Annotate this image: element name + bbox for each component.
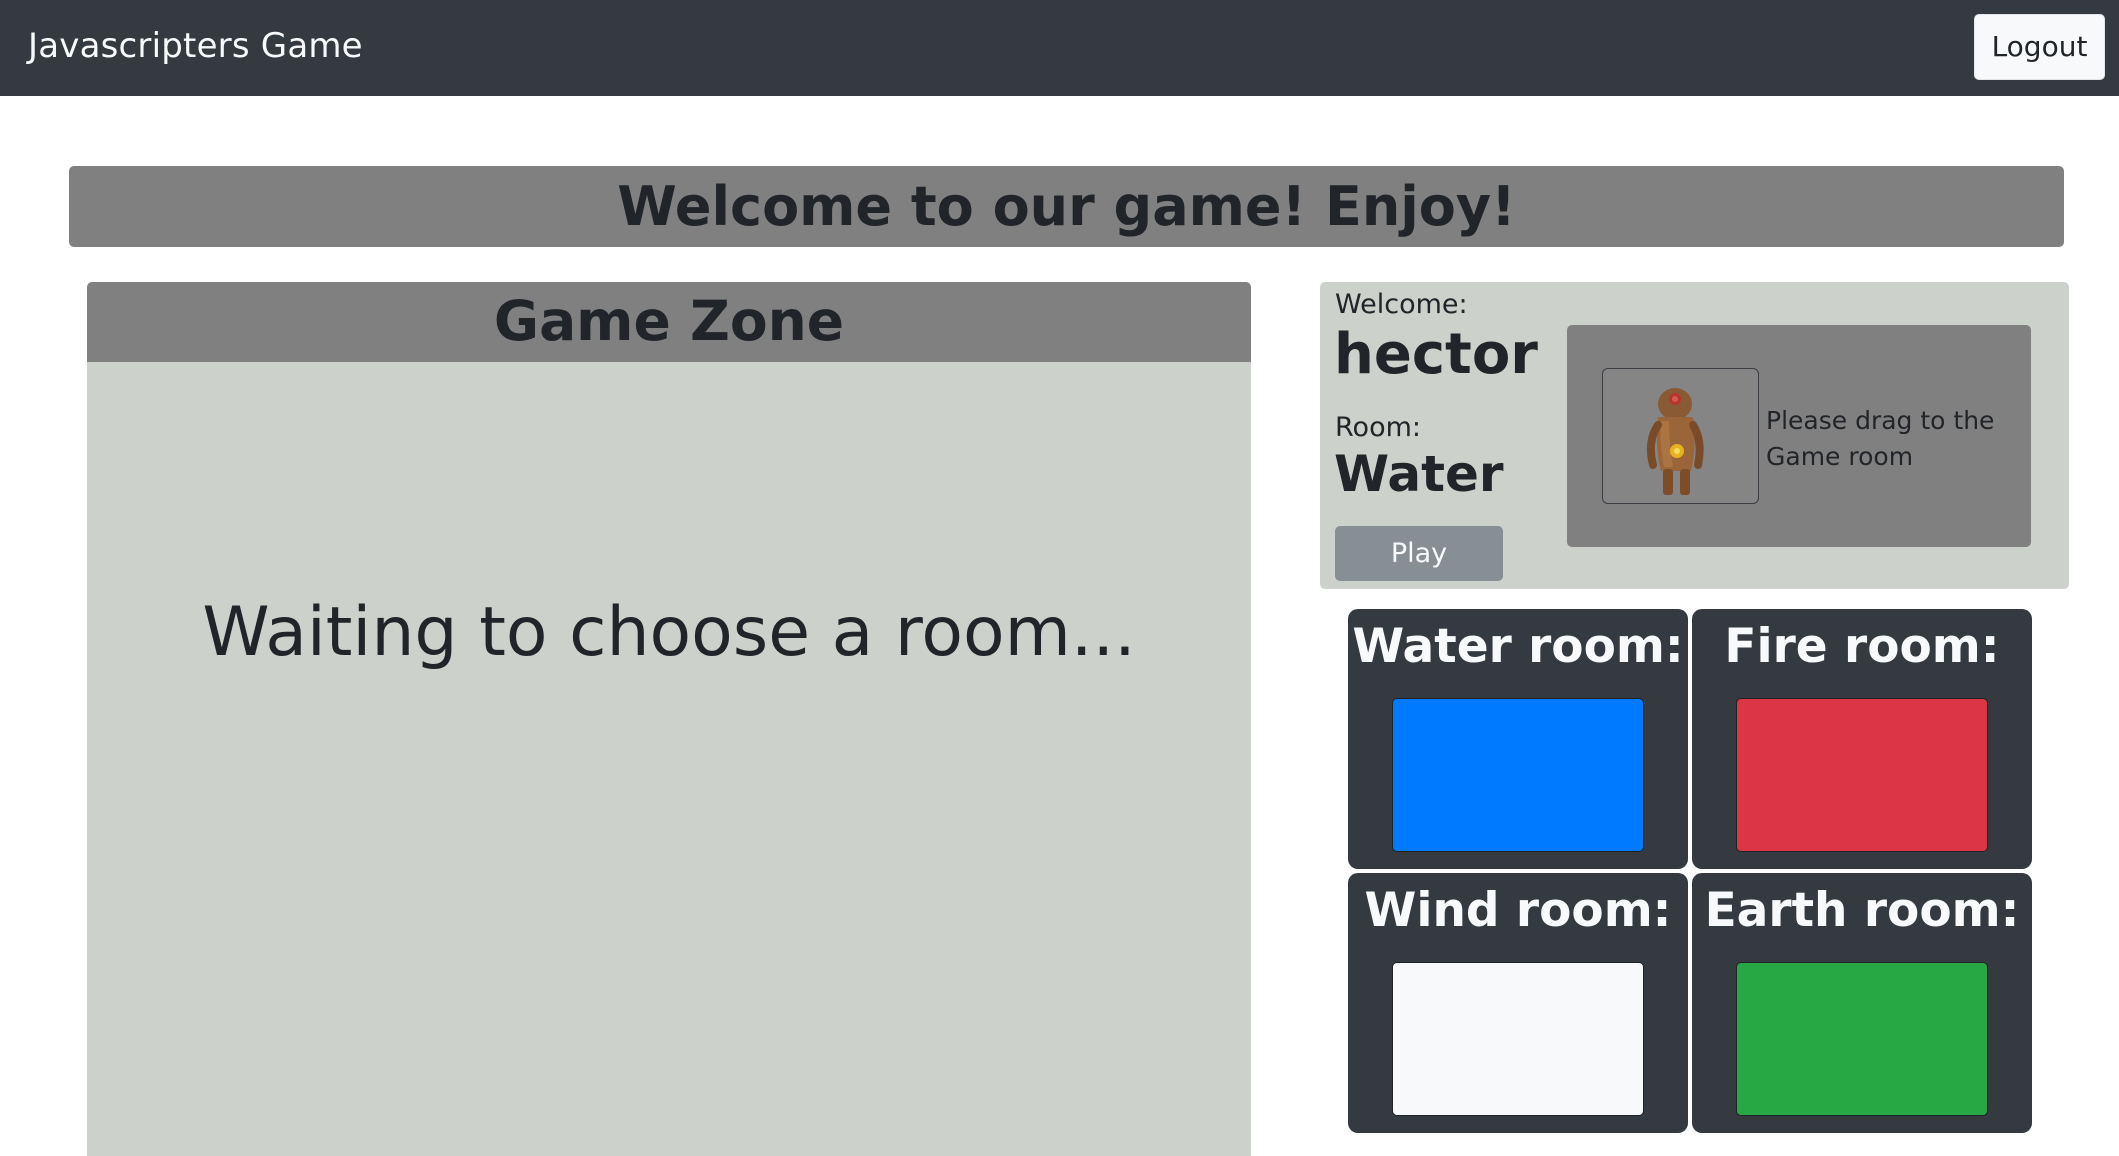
wind-room[interactable]: Wind room: <box>1348 873 1688 1133</box>
fire-room-dropzone[interactable] <box>1736 698 1988 852</box>
logout-button[interactable]: Logout <box>1974 14 2105 80</box>
game-zone-dropzone[interactable]: Waiting to choose a room... <box>87 355 1251 1156</box>
earth-room-label: Earth room: <box>1704 883 2020 938</box>
navbar: Javascripters Game Logout <box>0 0 2119 96</box>
welcome-banner: Welcome to our game! Enjoy! <box>69 166 2064 247</box>
user-panel: Welcome: hector Room: Water Play Please … <box>1320 282 2069 589</box>
avatar-draggable[interactable] <box>1602 368 1759 504</box>
earth-room[interactable]: Earth room: <box>1692 873 2032 1133</box>
fire-room[interactable]: Fire room: <box>1692 609 2032 869</box>
welcome-label: Welcome: <box>1335 289 1468 320</box>
water-room[interactable]: Water room: <box>1348 609 1688 869</box>
wind-room-label: Wind room: <box>1364 883 1672 938</box>
avatar-drag-area: Please drag to the Game room <box>1567 325 2031 547</box>
username: hector <box>1334 322 1538 387</box>
game-zone-title: Game Zone <box>87 282 1251 362</box>
robot-character-icon <box>1646 388 1704 495</box>
current-room: Water <box>1334 445 1504 503</box>
brand-title[interactable]: Javascripters Game <box>28 26 363 66</box>
fire-room-label: Fire room: <box>1724 619 2000 674</box>
drag-hint: Please drag to the Game room <box>1766 406 1995 471</box>
play-button[interactable]: Play <box>1335 526 1503 581</box>
game-zone-status: Waiting to choose a room... <box>202 593 1136 672</box>
water-room-dropzone[interactable] <box>1392 698 1644 852</box>
water-room-label: Water room: <box>1352 619 1684 674</box>
earth-room-dropzone[interactable] <box>1736 962 1988 1116</box>
wind-room-dropzone[interactable] <box>1392 962 1644 1116</box>
room-label: Room: <box>1335 412 1421 443</box>
